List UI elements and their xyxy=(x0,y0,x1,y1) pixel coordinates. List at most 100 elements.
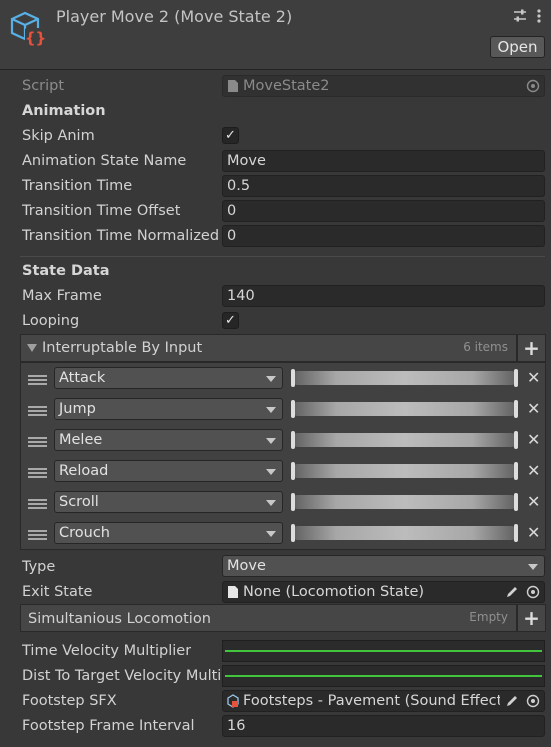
list-item: Reload ✕ xyxy=(21,456,545,487)
sound-effect-asset-icon xyxy=(227,694,239,708)
footstep-sfx-value: Footsteps - Pavement (Sound Effect) xyxy=(243,693,508,709)
remove-item-button[interactable]: ✕ xyxy=(527,431,540,449)
dist-to-target-velocity-label: Dist To Target Velocity Multi xyxy=(22,668,220,684)
svg-text:{}: {} xyxy=(25,29,46,47)
edit-pencil-icon[interactable] xyxy=(504,584,520,600)
skip-anim-label: Skip Anim xyxy=(22,128,95,144)
chevron-down-icon xyxy=(266,438,276,444)
interruptable-item-count: 6 items xyxy=(463,340,508,354)
chevron-down-icon xyxy=(266,376,276,382)
chevron-down-icon xyxy=(528,564,538,570)
input-dropdown-value: Scroll xyxy=(59,494,99,510)
remove-item-button[interactable]: ✕ xyxy=(527,400,540,418)
range-slider[interactable] xyxy=(291,462,518,480)
transition-time-offset-input[interactable]: 0 xyxy=(222,200,545,222)
drag-handle-icon[interactable] xyxy=(28,530,47,540)
list-item: Scroll ✕ xyxy=(21,487,545,518)
document-icon xyxy=(228,586,238,598)
object-picker-icon[interactable] xyxy=(526,694,540,708)
range-slider[interactable] xyxy=(291,524,518,542)
curve-line xyxy=(225,650,542,652)
add-item-button[interactable]: + xyxy=(517,334,546,362)
add-locomotion-button[interactable]: + xyxy=(517,604,546,632)
drag-handle-icon[interactable] xyxy=(28,468,47,478)
input-dropdown[interactable]: Melee xyxy=(54,429,283,451)
script-value: MoveState2 xyxy=(243,78,330,94)
drag-handle-icon[interactable] xyxy=(28,437,47,447)
looping-checkbox[interactable]: ✓ xyxy=(222,312,239,329)
inspector-header: {} Player Move 2 (Move State 2) Open xyxy=(0,0,551,70)
skip-anim-checkbox[interactable]: ✓ xyxy=(222,127,239,144)
simultaneous-empty-label: Empty xyxy=(469,610,508,624)
footstep-sfx-field[interactable]: Footsteps - Pavement (Sound Effect) xyxy=(222,690,545,712)
object-picker-icon xyxy=(526,79,540,93)
presets-icon[interactable] xyxy=(512,8,528,24)
exit-state-field[interactable]: None (Locomotion State) xyxy=(222,581,545,603)
transition-time-normalized-label: Transition Time Normalized xyxy=(22,228,220,244)
open-button[interactable]: Open xyxy=(490,36,545,58)
remove-item-button[interactable]: ✕ xyxy=(527,369,540,387)
animation-state-name-input[interactable]: Move xyxy=(222,150,545,172)
footstep-frame-interval-input[interactable]: 16 xyxy=(222,715,545,737)
max-frame-input[interactable]: 140 xyxy=(222,285,545,307)
drag-handle-icon[interactable] xyxy=(28,499,47,509)
exit-state-label: Exit State xyxy=(22,584,93,600)
chevron-down-icon xyxy=(266,469,276,475)
foldout-arrow-icon[interactable] xyxy=(27,344,37,352)
input-dropdown[interactable]: Attack xyxy=(54,367,283,389)
type-dropdown[interactable]: Move xyxy=(222,555,545,577)
type-label: Type xyxy=(22,559,56,575)
input-dropdown[interactable]: Crouch xyxy=(54,522,283,544)
list-item: Melee ✕ xyxy=(21,425,545,456)
dist-velocity-curve-field[interactable] xyxy=(222,665,545,687)
transition-time-input[interactable]: 0.5 xyxy=(222,175,545,197)
input-dropdown-value: Crouch xyxy=(59,525,110,541)
input-dropdown[interactable]: Reload xyxy=(54,460,283,482)
state-data-section-header: State Data xyxy=(22,263,110,279)
curve-line xyxy=(225,675,542,677)
range-slider[interactable] xyxy=(291,493,518,511)
input-dropdown-value: Attack xyxy=(59,370,106,386)
input-dropdown[interactable]: Jump xyxy=(54,398,283,420)
looping-label: Looping xyxy=(22,313,80,329)
drag-handle-icon[interactable] xyxy=(28,375,47,385)
transition-time-label: Transition Time xyxy=(22,178,133,194)
input-dropdown-value: Melee xyxy=(59,432,103,448)
list-item: Jump ✕ xyxy=(21,394,545,425)
range-slider[interactable] xyxy=(291,431,518,449)
range-slider[interactable] xyxy=(291,369,518,387)
list-item: Crouch ✕ xyxy=(21,518,545,549)
object-picker-icon[interactable] xyxy=(526,585,540,599)
input-dropdown-value: Reload xyxy=(59,463,109,479)
footstep-frame-interval-label: Footstep Frame Interval xyxy=(22,718,195,734)
transition-time-offset-label: Transition Time Offset xyxy=(22,203,181,219)
input-dropdown[interactable]: Scroll xyxy=(54,491,283,513)
edit-pencil-icon[interactable] xyxy=(504,693,520,709)
interruptable-list-header[interactable]: Interruptable By Input 6 items xyxy=(20,334,517,362)
interruptable-list: Attack ✕ Jump ✕ Melee ✕ Reload ✕ Scroll … xyxy=(20,362,546,550)
script-field: MoveState2 xyxy=(222,75,545,97)
component-title: Player Move 2 (Move State 2) xyxy=(56,7,293,26)
time-velocity-multiplier-label: Time Velocity Multiplier xyxy=(22,643,192,659)
transition-time-normalized-input[interactable]: 0 xyxy=(222,225,545,247)
chevron-down-icon xyxy=(266,500,276,506)
remove-item-button[interactable]: ✕ xyxy=(527,493,540,511)
time-velocity-curve-field[interactable] xyxy=(222,640,545,662)
range-slider[interactable] xyxy=(291,400,518,418)
animation-section-header: Animation xyxy=(22,103,106,119)
simultaneous-locomotion-list-header[interactable]: Simultanious Locomotion Empty xyxy=(20,604,517,632)
remove-item-button[interactable]: ✕ xyxy=(527,524,540,542)
script-label: Script xyxy=(22,78,65,94)
more-menu-icon[interactable] xyxy=(532,8,546,24)
list-item: Attack ✕ xyxy=(21,363,545,394)
interruptable-list-label: Interruptable By Input xyxy=(42,340,203,356)
drag-handle-icon[interactable] xyxy=(28,406,47,416)
chevron-down-icon xyxy=(266,407,276,413)
animation-state-name-label: Animation State Name xyxy=(22,153,187,169)
remove-item-button[interactable]: ✕ xyxy=(527,462,540,480)
chevron-down-icon xyxy=(266,531,276,537)
type-dropdown-value: Move xyxy=(227,558,266,574)
section-divider xyxy=(20,256,545,257)
exit-state-value: None (Locomotion State) xyxy=(243,584,425,600)
script-component-icon: {} xyxy=(10,11,46,47)
